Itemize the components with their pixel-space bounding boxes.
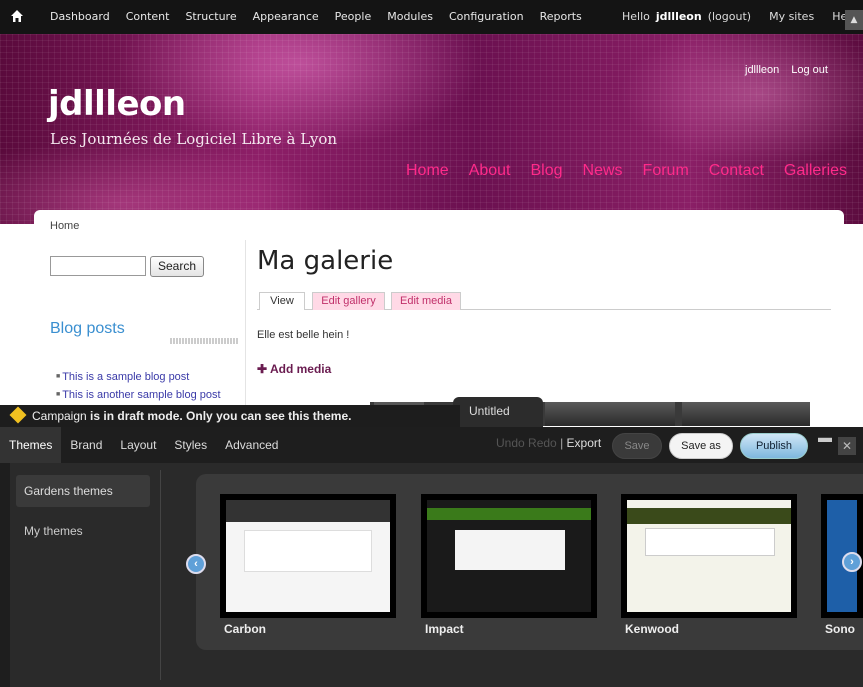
gallery-description: Elle est belle hein ! (257, 329, 350, 341)
main-menu: Home About Blog News Forum Contact Galle… (406, 162, 847, 180)
theme-preview (226, 500, 390, 612)
menu-item-forum[interactable]: Forum (643, 162, 689, 180)
add-media-label: Add media (269, 362, 332, 376)
menu-item-galleries[interactable]: Galleries (784, 162, 847, 180)
hello-label: Hello (622, 10, 650, 23)
blog-post-link[interactable]: This is another sample blog post (56, 386, 220, 404)
header-pattern (0, 34, 863, 224)
menu-item-news[interactable]: News (583, 162, 623, 180)
tab-advanced[interactable]: Advanced (216, 427, 287, 463)
theme-preview (627, 500, 791, 612)
action-separator: | (560, 436, 564, 450)
theme-card-carbon[interactable] (220, 494, 396, 618)
admin-nav-dashboard[interactable]: Dashboard (50, 0, 110, 34)
theme-name: Carbon (224, 622, 266, 636)
carousel-next-icon[interactable]: › (842, 552, 862, 572)
menu-item-about[interactable]: About (469, 162, 511, 180)
theme-name: Sono (825, 622, 855, 636)
logout-link[interactable]: (logout) (708, 0, 751, 34)
theme-card-impact[interactable] (421, 494, 597, 618)
draft-message: is in draft mode. Only you can see this … (90, 409, 352, 423)
tab-themes[interactable]: Themes (0, 427, 62, 463)
untitled-theme-tab[interactable]: Untitled (453, 397, 543, 427)
site-slogan: Les Journées de Logiciel Libre à Lyon (50, 130, 338, 148)
save-button[interactable]: Save (612, 433, 662, 459)
search-input[interactable] (50, 256, 146, 276)
tab-styles[interactable]: Styles (165, 427, 216, 463)
sidebar-divider (245, 240, 246, 410)
admin-nav-structure[interactable]: Structure (185, 0, 236, 34)
page-title: Ma galerie (257, 246, 394, 276)
admin-nav-configuration[interactable]: Configuration (449, 0, 524, 34)
user-logout-link[interactable]: Log out (791, 64, 828, 76)
export-button[interactable]: Export (567, 436, 602, 450)
search-button[interactable]: Search (150, 256, 204, 277)
undo-button[interactable]: Undo (496, 436, 525, 450)
home-icon[interactable] (10, 9, 24, 23)
site-title[interactable]: jdllleon (48, 84, 186, 124)
theme-name: Kenwood (625, 622, 679, 636)
blog-posts-heading: Blog posts (50, 320, 125, 337)
carousel-prev-icon[interactable]: ‹ (186, 554, 206, 574)
blog-heading-decoration (170, 338, 238, 344)
blog-post-link[interactable]: This is a sample blog post (56, 368, 221, 386)
my-sites-link[interactable]: My sites (769, 0, 814, 34)
menu-item-home[interactable]: Home (406, 162, 449, 180)
admin-nav-content[interactable]: Content (126, 0, 170, 34)
menu-item-contact[interactable]: Contact (709, 162, 764, 180)
gallery-thumbnail[interactable] (682, 402, 810, 426)
warning-icon (9, 406, 27, 424)
sidebar-item-gardens-themes[interactable]: Gardens themes (16, 475, 150, 507)
admin-nav-appearance[interactable]: Appearance (253, 0, 319, 34)
draft-mode-notice: Campaign is in draft mode. Only you can … (0, 405, 460, 427)
editor-actions: Undo Redo | Export (496, 436, 601, 450)
minimize-icon[interactable]: ▬ (818, 430, 832, 444)
gallery-thumbnail[interactable] (545, 402, 675, 426)
admin-nav: Dashboard Content Structure Appearance P… (50, 0, 582, 34)
theme-editor-tabs: Themes Brand Layout Styles Advanced (0, 427, 287, 463)
tab-edit-media[interactable]: Edit media (391, 292, 461, 310)
add-media-link[interactable]: ✚ Add media (257, 362, 331, 376)
tab-brand[interactable]: Brand (61, 427, 111, 463)
tab-view[interactable]: View (259, 292, 305, 310)
theme-preview (427, 500, 591, 612)
sidebar-item-my-themes[interactable]: My themes (24, 524, 83, 538)
campaign-label: Campaign (32, 409, 87, 423)
theme-name: Impact (425, 622, 464, 636)
admin-toolbar: Dashboard Content Structure Appearance P… (0, 0, 863, 34)
redo-button[interactable]: Redo (528, 436, 557, 450)
user-links: jdllleon Log out (745, 64, 828, 76)
save-as-button[interactable]: Save as (669, 433, 733, 459)
breadcrumb[interactable]: Home (50, 220, 79, 232)
sidebar-divider (160, 470, 161, 680)
menu-item-blog[interactable]: Blog (531, 162, 563, 180)
close-icon[interactable]: ✕ (838, 437, 856, 455)
theme-card-kenwood[interactable] (621, 494, 797, 618)
blog-post-list: This is a sample blog post This is anoth… (56, 368, 221, 404)
tab-edit-gallery[interactable]: Edit gallery (312, 292, 385, 310)
user-account-link[interactable]: jdllleon (745, 64, 779, 76)
admin-user-area: Hello jdllleon (logout) My sites Help (622, 0, 857, 34)
admin-nav-reports[interactable]: Reports (540, 0, 582, 34)
publish-button[interactable]: Publish (740, 433, 808, 459)
admin-nav-people[interactable]: People (335, 0, 372, 34)
toolbar-toggle-icon[interactable]: ▲ (845, 10, 863, 30)
site-header: jdllleon Les Journées de Logiciel Libre … (0, 34, 863, 224)
tab-layout[interactable]: Layout (111, 427, 165, 463)
admin-username[interactable]: jdllleon (656, 0, 702, 34)
admin-nav-modules[interactable]: Modules (387, 0, 433, 34)
plus-icon: ✚ (257, 362, 270, 376)
